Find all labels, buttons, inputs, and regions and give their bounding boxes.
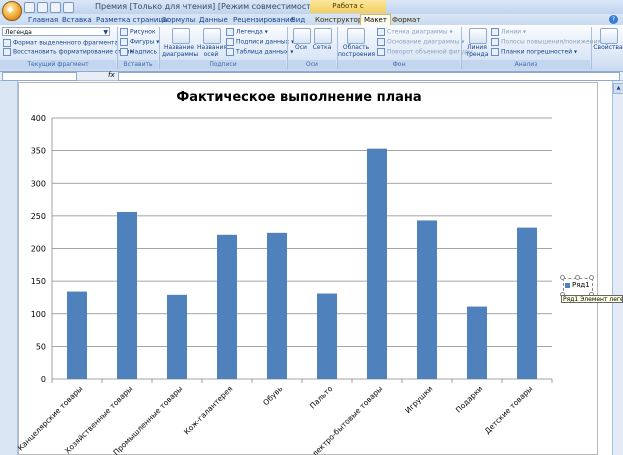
x-tick-label: Кож-галантерея <box>182 384 234 436</box>
x-tick-label: Пальто <box>308 384 335 411</box>
bar[interactable] <box>367 148 387 379</box>
tooltip: Ряд1 Элемент легенды <box>561 295 623 303</box>
bar[interactable] <box>167 294 187 379</box>
chart-plot[interactable]: 050100150200250300350400Канцелярские тов… <box>0 0 623 455</box>
bar[interactable] <box>417 220 437 379</box>
y-tick-label: 400 <box>31 114 46 123</box>
y-tick-label: 150 <box>31 277 46 286</box>
x-tick-label: Детские товары <box>483 384 535 436</box>
legend-entry: Ряд1 <box>572 281 590 289</box>
bar[interactable] <box>517 227 537 379</box>
bar[interactable] <box>217 234 237 379</box>
y-tick-label: 300 <box>31 179 46 188</box>
y-tick-label: 200 <box>31 245 46 254</box>
y-tick-label: 350 <box>31 147 46 156</box>
office-logo-icon: ◆ <box>7 5 14 14</box>
x-tick-label: Обувь <box>261 384 284 407</box>
office-button[interactable]: ◆ <box>2 1 22 21</box>
y-tick-label: 0 <box>41 375 46 384</box>
resize-handle[interactable] <box>575 275 580 280</box>
resize-handle[interactable] <box>560 275 565 280</box>
bar[interactable] <box>67 291 87 379</box>
y-tick-label: 50 <box>36 342 46 351</box>
bar[interactable] <box>467 306 487 379</box>
y-tick-label: 100 <box>31 310 46 319</box>
y-tick-label: 250 <box>31 212 46 221</box>
x-tick-label: Подарки <box>454 384 485 415</box>
bar[interactable] <box>267 232 287 379</box>
resize-handle[interactable] <box>589 275 594 280</box>
x-tick-label: Игрушки <box>403 384 434 415</box>
legend-swatch <box>565 283 570 288</box>
bar[interactable] <box>317 293 337 379</box>
bar[interactable] <box>117 211 137 379</box>
